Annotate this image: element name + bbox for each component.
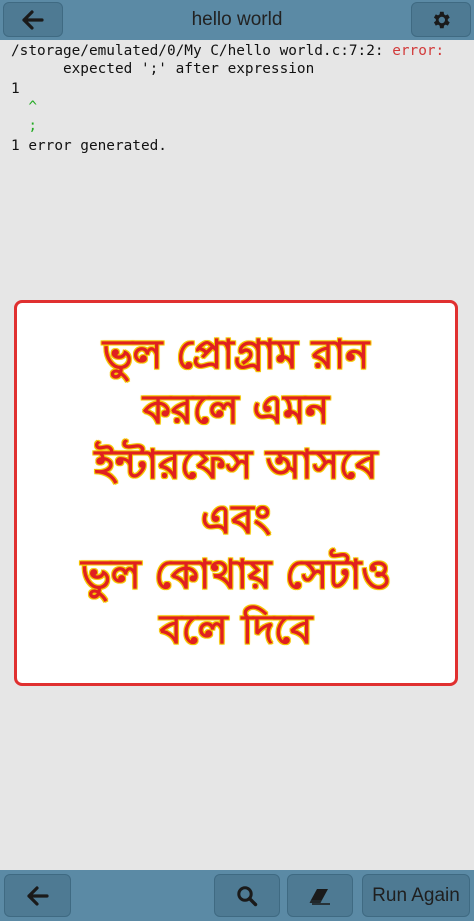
annotation-line: বলে দিবে [159,607,313,654]
top-bar: hello world [0,0,474,40]
arrow-left-icon [22,9,44,30]
error-path-text: /storage/emulated/0/My C/hello world.c:7… [11,43,393,59]
gear-icon [430,9,452,31]
caret-line: ^ [11,99,37,115]
search-button[interactable] [214,874,280,917]
annotation-card: ভুল প্রোগ্রাম রান করলে এমন ইন্টারফেস আসব… [14,300,458,686]
console-line: 1 error generated. [11,138,167,154]
error-label: error: [392,43,445,59]
search-icon [236,885,258,907]
eraser-icon [308,887,332,905]
annotation-line: করলে এমন [142,387,330,434]
annotation-text: ভুল প্রোগ্রাম রান করলে এমন ইন্টারফেস আসব… [26,328,446,658]
console-line: 1 [11,81,20,97]
clear-button[interactable] [287,874,353,917]
bottom-toolbar: Run Again [0,870,474,921]
console-line: expected ';' after expression [11,61,315,77]
back-button[interactable] [3,2,63,37]
page-title: hello world [191,9,283,30]
annotation-line: ভুল কোথায় সেটাও [81,552,392,599]
settings-button[interactable] [411,2,471,37]
run-again-button[interactable]: Run Again [362,874,470,917]
annotation-line: এবং [201,497,272,544]
annotation-line: ভুল প্রোগ্রাম রান [102,332,370,379]
arrow-left-icon [26,885,49,906]
back-button-bottom[interactable] [4,874,71,917]
console-line: /storage/emulated/0/My C/hello world.c:7… [11,42,444,60]
annotation-line: ইন্টারফেস আসবে [94,442,378,489]
fixit-line: ; [11,118,37,134]
run-again-label: Run Again [372,884,460,906]
app-window: hello world /storage/emulated/0/My C/hel… [0,0,474,921]
